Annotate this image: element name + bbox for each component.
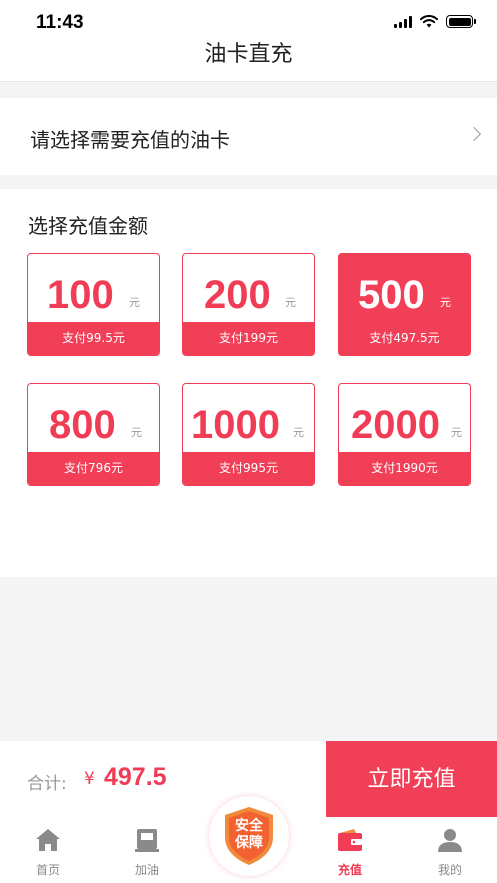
amount-unit: 元 — [451, 426, 462, 439]
amount-pay-label: 支付99.5元 — [28, 322, 159, 355]
fuel-icon — [135, 829, 159, 852]
amount-pay-label: 支付497.5元 — [339, 322, 470, 355]
amount-value: 2000 — [351, 403, 440, 447]
signal-icon — [394, 15, 412, 28]
amount-option-500[interactable]: 500 元 支付497.5元 — [338, 253, 471, 356]
wallet-icon — [338, 829, 362, 851]
amount-value: 200 — [204, 273, 271, 317]
amount-unit: 元 — [440, 296, 451, 309]
badge-text: 安全 保障 — [209, 818, 289, 852]
battery-icon — [446, 15, 476, 28]
amount-option-2000[interactable]: 2000 元 支付1990元 — [338, 383, 471, 486]
amount-pay-label: 支付1990元 — [339, 452, 470, 485]
chevron-right-icon — [466, 126, 482, 142]
badge-line-2: 保障 — [235, 835, 263, 851]
tab-refuel[interactable]: 加油 — [107, 817, 187, 883]
amount-option-1000[interactable]: 1000 元 支付995元 — [182, 383, 315, 486]
user-icon — [438, 829, 462, 852]
tab-label: 加油 — [134, 863, 159, 877]
tab-mine[interactable]: 我的 — [410, 817, 490, 883]
select-oil-card-row[interactable]: 请选择需要充值的油卡 — [0, 98, 497, 175]
status-time: 11:43 — [36, 12, 84, 33]
amount-unit: 元 — [131, 426, 142, 439]
security-badge[interactable]: 安全 保障 — [209, 796, 289, 876]
amount-value: 100 — [47, 273, 114, 317]
select-oil-card-label: 请选择需要充值的油卡 — [30, 128, 230, 152]
amount-option-200[interactable]: 200 元 支付199元 — [182, 253, 315, 356]
amount-value: 500 — [358, 273, 425, 317]
tab-label: 我的 — [437, 863, 462, 877]
amount-unit: 元 — [285, 296, 296, 309]
status-bar: 11:43 — [0, 0, 497, 40]
badge-line-1: 安全 — [235, 818, 263, 834]
amount-pay-label: 支付995元 — [183, 452, 314, 485]
tab-label: 首页 — [35, 863, 60, 877]
amount-grid: 100 元 支付99.5元 200 元 支付199元 500 元 支付497.5元 8… — [27, 253, 471, 487]
tab-home[interactable]: 首页 — [8, 817, 88, 883]
divider-band — [0, 175, 497, 189]
status-icons — [394, 15, 476, 28]
empty-area — [0, 577, 497, 741]
amount-option-100[interactable]: 100 元 支付99.5元 — [27, 253, 160, 356]
amount-value: 1000 — [191, 403, 280, 447]
tab-label: 充值 — [337, 863, 362, 877]
amount-unit: 元 — [293, 426, 304, 439]
currency-symbol: ¥ — [84, 769, 95, 789]
amount-option-800[interactable]: 800 元 支付796元 — [27, 383, 160, 486]
divider-band — [0, 82, 497, 98]
wifi-icon — [420, 15, 438, 28]
recharge-now-button[interactable]: 立即充值 — [326, 741, 497, 817]
total-value: 497.5 — [104, 763, 167, 791]
tab-recharge[interactable]: 充值 — [310, 817, 390, 883]
amount-unit: 元 — [129, 296, 140, 309]
amount-pay-label: 支付796元 — [28, 452, 159, 485]
total-label: 合计: — [27, 774, 67, 794]
section-title: 选择充值金额 — [28, 214, 148, 238]
page-title: 油卡直充 — [204, 42, 293, 67]
amount-value: 800 — [49, 403, 116, 447]
amount-pay-label: 支付199元 — [183, 322, 314, 355]
home-icon — [36, 829, 60, 851]
